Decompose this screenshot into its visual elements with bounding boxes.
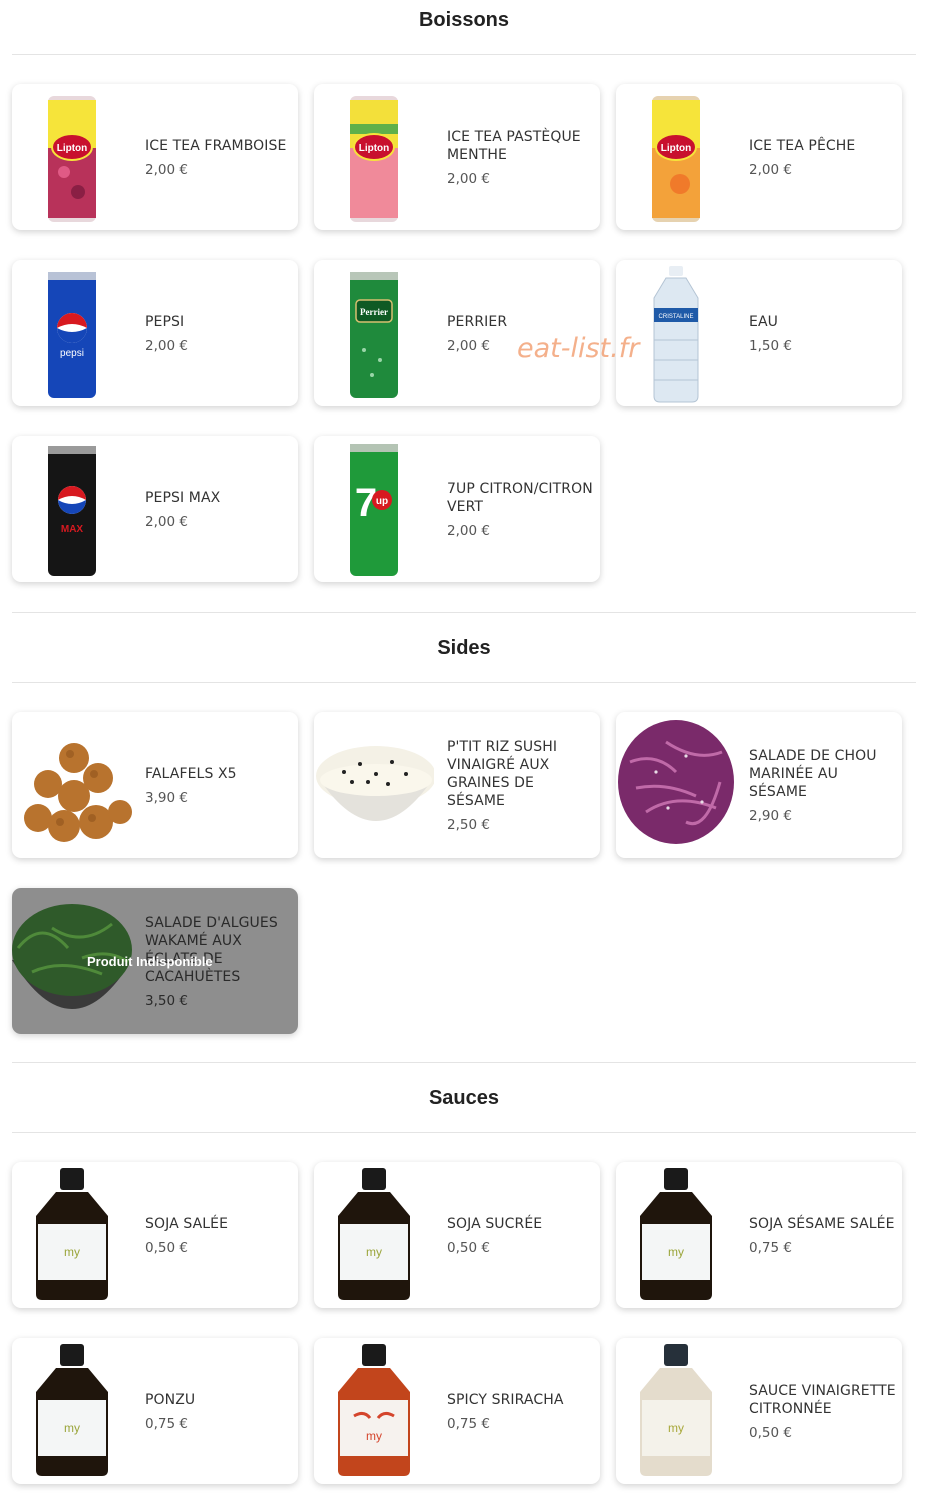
svg-text:MAX: MAX xyxy=(61,524,84,535)
svg-text:my: my xyxy=(366,1429,382,1443)
product-price: 2,50 € xyxy=(447,816,490,833)
perrier-can-image: Perrier xyxy=(314,260,434,406)
svg-text:my: my xyxy=(64,1421,80,1435)
product-price: 2,00 € xyxy=(749,161,792,178)
product-price: 0,75 € xyxy=(749,1239,792,1256)
product-card[interactable]: my SOJA SALÉE 0,50 € xyxy=(12,1162,298,1308)
product-card[interactable]: Lipton ICE TEA FRAMBOISE 2,00 € xyxy=(12,84,298,230)
pepsi-max-can-image: MAX xyxy=(12,436,132,582)
svg-text:CRISTALINE: CRISTALINE xyxy=(659,314,694,320)
product-card[interactable]: CRISTALINE EAU 1,50 € xyxy=(616,260,902,406)
product-name: SALADE DE CHOU MARINÉE AU SÉSAME xyxy=(749,747,877,800)
svg-text:Perrier: Perrier xyxy=(360,307,388,317)
product-name: SPICY SRIRACHA xyxy=(447,1391,564,1408)
divider xyxy=(12,54,916,55)
product-price: 0,50 € xyxy=(447,1239,490,1256)
svg-text:Lipton: Lipton xyxy=(661,143,692,154)
svg-text:Lipton: Lipton xyxy=(359,143,390,154)
svg-text:Lipton: Lipton xyxy=(57,143,88,154)
product-name: ICE TEA PÊCHE xyxy=(749,137,856,154)
product-card[interactable]: pepsi PEPSI 2,00 € xyxy=(12,260,298,406)
svg-text:my: my xyxy=(366,1245,382,1259)
product-name: FALAFELS X5 xyxy=(145,765,237,782)
product-name: SAUCE VINAIGRETTE CITRONNÉE xyxy=(749,1382,896,1417)
product-card-unavailable[interactable]: SALADE D'ALGUES WAKAMÉ AUX ÉCLATS DE CAC… xyxy=(12,888,298,1034)
product-name: SALADE D'ALGUES WAKAMÉ AUX ÉCLATS DE CAC… xyxy=(145,914,278,985)
divider xyxy=(12,1132,916,1133)
product-name: PEPSI xyxy=(145,313,185,330)
product-price: 2,00 € xyxy=(145,161,188,178)
section-title-sides: Sides xyxy=(437,637,491,659)
svg-text:my: my xyxy=(668,1245,684,1259)
product-name: EAU xyxy=(749,313,778,330)
product-card[interactable]: MAX PEPSI MAX 2,00 € xyxy=(12,436,298,582)
product-name: SOJA SÉSAME SALÉE xyxy=(749,1215,895,1232)
product-name: SOJA SUCRÉE xyxy=(447,1215,543,1232)
divider xyxy=(12,682,916,683)
product-name: PERRIER xyxy=(447,313,508,330)
product-price: 2,00 € xyxy=(145,337,188,354)
red-cabbage-salad-image xyxy=(616,712,736,858)
pepsi-can-image: pepsi xyxy=(12,260,132,406)
section-title-sauces: Sauces xyxy=(428,1087,500,1109)
lipton-can-image: Lipton xyxy=(616,84,736,230)
svg-text:my: my xyxy=(668,1421,684,1435)
soy-bottle-image: my xyxy=(314,1162,434,1308)
product-name: SOJA SALÉE xyxy=(145,1215,229,1232)
section-title-boissons: Boissons xyxy=(418,9,510,31)
lipton-can-image: Lipton xyxy=(12,84,132,230)
divider xyxy=(12,612,916,613)
product-card[interactable]: my SAUCE VINAIGRETTE CITRONNÉE 0,50 € xyxy=(616,1338,902,1484)
rice-bowl-image xyxy=(314,712,434,858)
product-price: 0,50 € xyxy=(749,1424,792,1441)
falafels-image xyxy=(12,712,132,858)
unavailable-badge: Produit Indisponible xyxy=(87,954,213,969)
product-price: 3,90 € xyxy=(145,789,188,806)
product-name: ICE TEA PASTÈQUE MENTHE xyxy=(447,128,581,163)
product-price: 2,00 € xyxy=(447,522,490,539)
product-card[interactable]: my SOJA SÉSAME SALÉE 0,75 € xyxy=(616,1162,902,1308)
svg-text:pepsi: pepsi xyxy=(60,348,84,359)
product-price: 3,50 € xyxy=(145,992,188,1009)
sriracha-bottle-image: my xyxy=(314,1338,434,1484)
watermark-text: eat-list.fr xyxy=(517,333,640,364)
product-card[interactable]: Lipton ICE TEA PÊCHE 2,00 € xyxy=(616,84,902,230)
7up-can-image: 7 up xyxy=(314,436,434,582)
product-card[interactable]: FALAFELS X5 3,90 € xyxy=(12,712,298,858)
product-card[interactable]: Lipton ICE TEA PASTÈQUE MENTHE 2,00 € xyxy=(314,84,600,230)
vinaigrette-bottle-image: my xyxy=(616,1338,736,1484)
product-name: P'TIT RIZ SUSHI VINAIGRÉ AUX GRAINES DE … xyxy=(447,738,558,809)
product-price: 0,75 € xyxy=(145,1415,188,1432)
product-price: 2,00 € xyxy=(145,513,188,530)
product-name: PONZU xyxy=(145,1391,196,1408)
product-price: 0,75 € xyxy=(447,1415,490,1432)
product-card[interactable]: 7 up 7UP CITRON/CITRON VERT 2,00 € xyxy=(314,436,600,582)
soy-bottle-image: my xyxy=(616,1162,736,1308)
soy-bottle-image: my xyxy=(12,1338,132,1484)
divider xyxy=(12,1062,916,1063)
svg-text:up: up xyxy=(376,496,388,507)
product-price: 2,00 € xyxy=(447,170,490,187)
product-price: 0,50 € xyxy=(145,1239,188,1256)
product-card[interactable]: SALADE DE CHOU MARINÉE AU SÉSAME 2,90 € xyxy=(616,712,902,858)
soy-bottle-image: my xyxy=(12,1162,132,1308)
product-name: 7UP CITRON/CITRON VERT xyxy=(447,480,593,515)
product-card[interactable]: my PONZU 0,75 € xyxy=(12,1338,298,1484)
product-card[interactable]: my SOJA SUCRÉE 0,50 € xyxy=(314,1162,600,1308)
product-card[interactable]: P'TIT RIZ SUSHI VINAIGRÉ AUX GRAINES DE … xyxy=(314,712,600,858)
product-name: ICE TEA FRAMBOISE xyxy=(145,137,287,154)
product-name: PEPSI MAX xyxy=(145,489,221,506)
svg-text:my: my xyxy=(64,1245,80,1259)
product-price: 2,90 € xyxy=(749,807,792,824)
product-card[interactable]: my SPICY SRIRACHA 0,75 € xyxy=(314,1338,600,1484)
lipton-can-image: Lipton xyxy=(314,84,434,230)
product-price: 1,50 € xyxy=(749,337,792,354)
